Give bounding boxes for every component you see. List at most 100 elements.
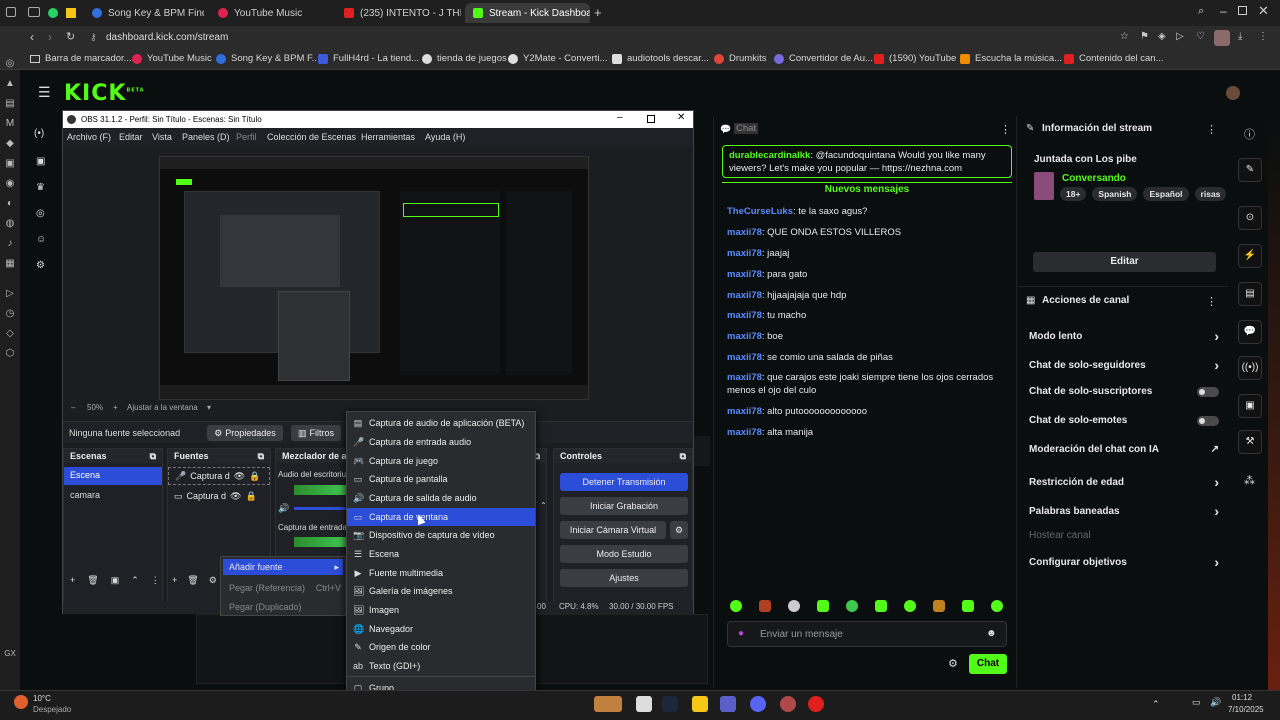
taskbar-app-icon[interactable]	[594, 696, 622, 712]
chat-username[interactable]: maxii78	[727, 248, 762, 259]
source-item[interactable]: ▭ Captura d 👁 🔒	[168, 487, 270, 505]
emote-icon[interactable]	[904, 600, 916, 612]
category-thumbnail[interactable]	[1034, 172, 1054, 200]
shield-icon[interactable]: ◈	[1158, 31, 1166, 42]
scene-filter-icon[interactable]: ▣	[111, 575, 120, 586]
pinned-message[interactable]: durablecardinalkk: @facundoquintana Woul…	[722, 145, 1012, 178]
settings-button[interactable]: Ajustes	[560, 569, 688, 587]
paste-reference-item[interactable]: Pegar (Referencia) Ctrl+V	[229, 583, 341, 593]
add-source-option[interactable]: ▤ Captura de audio de aplicación (BETA)	[347, 414, 535, 432]
sidebar-app-icon[interactable]: ◎	[4, 58, 16, 70]
emote-icon[interactable]	[991, 600, 1003, 612]
maximize-icon[interactable]	[1238, 6, 1247, 15]
emote-icon[interactable]	[730, 600, 742, 612]
users-nav-icon[interactable]: ☺	[36, 234, 46, 245]
bookmark-icon[interactable]: ☆	[1120, 31, 1129, 42]
sidebar-app-icon[interactable]: ♪	[4, 238, 16, 250]
delete-scene-icon[interactable]: 🗑	[87, 575, 98, 586]
tray-expand-icon[interactable]: ⌃	[1152, 699, 1160, 710]
zoom-out-icon[interactable]: –	[71, 403, 75, 412]
new-tab-icon[interactable]: +	[594, 5, 602, 20]
bookmark-item[interactable]: Escucha la música...	[960, 53, 1062, 64]
edit-icon[interactable]: ✎	[1238, 158, 1262, 182]
menu-herramientas[interactable]: Herramientas	[361, 132, 415, 142]
channel-action-item[interactable]: Chat de solo-emotes	[1029, 415, 1219, 426]
bookmark-item[interactable]: (1590) YouTube	[874, 53, 956, 64]
emote-icon[interactable]	[788, 600, 800, 612]
chat-options-icon[interactable]: ⋮	[1000, 123, 1011, 136]
profile-avatar[interactable]	[1214, 30, 1230, 46]
stream-nav-icon[interactable]: (•)	[34, 128, 44, 139]
stop-streaming-button[interactable]: Detener Transmisión	[560, 473, 688, 491]
menu-editar[interactable]: Editar	[119, 132, 143, 142]
teams-icon[interactable]	[720, 696, 736, 712]
lock-icon[interactable]: 🔒	[245, 491, 256, 502]
chat-username[interactable]: maxii78	[727, 372, 762, 383]
tab-intento[interactable]: (235) INTENTO - J THIN	[336, 3, 461, 23]
channel-action-item[interactable]: Moderación del chat con IA ↗	[1029, 444, 1219, 455]
filters-button[interactable]: ▥ Filtros	[291, 425, 341, 441]
notes-icon[interactable]	[66, 8, 76, 18]
chat-username[interactable]: maxii78	[727, 310, 762, 321]
minimize-icon[interactable]: –	[1220, 4, 1227, 18]
channel-actions-options-icon[interactable]: ⋮	[1206, 295, 1217, 308]
steam-icon[interactable]	[662, 696, 678, 712]
obs-preview[interactable]	[159, 156, 589, 400]
emote-icon[interactable]	[817, 600, 829, 612]
scene-item-camara[interactable]: camara	[64, 487, 162, 505]
dock-popout-icon[interactable]: ⧉	[258, 451, 264, 462]
emote-icon[interactable]	[962, 600, 974, 612]
start-recording-button[interactable]: Iniciar Grabación	[560, 497, 688, 515]
window-menu-icon[interactable]	[6, 7, 16, 17]
menu-coleccion[interactable]: Colección de Escenas	[267, 132, 356, 142]
whatsapp-icon[interactable]	[48, 8, 58, 18]
bookmark-item[interactable]: Song Key & BPM F...	[216, 53, 320, 64]
kick-logo[interactable]: KICKBETA	[64, 81, 145, 106]
chat-username[interactable]: maxii78	[727, 227, 762, 238]
wrench-tool-icon[interactable]: ⚒	[1238, 430, 1262, 454]
add-source-option[interactable]: 🎤 Captura de entrada audio	[347, 433, 535, 451]
download-icon[interactable]: ⤓	[1238, 31, 1242, 42]
add-source-option[interactable]: 🖼 Imagen	[347, 601, 535, 619]
target-nav-icon[interactable]: ◎	[36, 208, 45, 219]
send-chat-button[interactable]: Chat	[969, 654, 1007, 674]
settings-nav-icon[interactable]: ⚙	[36, 260, 45, 271]
sidebar-app-icon[interactable]: ▤	[4, 98, 16, 110]
bookmark-item[interactable]: Barra de marcador...	[30, 53, 132, 64]
sidebar-app-icon[interactable]: ◷	[4, 308, 16, 320]
network-icon[interactable]: ▭	[1192, 697, 1201, 708]
add-source-option[interactable]: 🎮 Captura de juego	[347, 452, 535, 470]
stream-info-options-icon[interactable]: ⋮	[1206, 123, 1217, 136]
share-icon[interactable]: ⁂	[1244, 474, 1255, 487]
add-source-option[interactable]: ▭ Captura de ventana	[347, 508, 535, 526]
site-info-icon[interactable]: ⚷	[90, 32, 97, 43]
opera-gx-icon[interactable]	[780, 696, 796, 712]
bookmark-item[interactable]: FullH4rd - La tiend...	[318, 53, 419, 64]
emoji-icon[interactable]: ☻	[986, 628, 997, 639]
chat-username[interactable]: maxii78	[727, 331, 762, 342]
lock-icon[interactable]: 🔒	[249, 471, 260, 482]
volume-icon[interactable]: 🔊	[1210, 697, 1221, 708]
bookmark-item[interactable]: Convertidor de Au...	[774, 53, 873, 64]
add-source-option[interactable]: ☰ Escena	[347, 545, 535, 563]
trophy-nav-icon[interactable]: ♛	[36, 182, 45, 193]
tab-song-key[interactable]: Song Key & BPM Finder	[84, 3, 204, 23]
menu-vista[interactable]: Vista	[152, 132, 172, 142]
sidebar-app-icon[interactable]: ◇	[4, 328, 16, 340]
add-source-option[interactable]: 🌐 Navegador	[347, 620, 535, 638]
bookmark-item[interactable]: YouTube Music	[132, 53, 212, 64]
obs-taskbar-icon[interactable]	[808, 696, 824, 712]
add-source-option[interactable]: ab Texto (GDI+)	[347, 657, 535, 675]
bookmark-item[interactable]: Drumkits	[714, 53, 766, 64]
discord-icon[interactable]	[750, 696, 766, 712]
toggle-switch[interactable]	[1197, 386, 1219, 397]
reload-icon[interactable]: ↻	[66, 30, 75, 43]
channel-action-item[interactable]: Hostear canal	[1029, 530, 1219, 541]
fit-dropdown-icon[interactable]: ▾	[207, 403, 211, 412]
close-window-icon[interactable]: ✕	[1258, 3, 1269, 19]
lightning-icon[interactable]: ⚡	[1238, 244, 1262, 268]
menu-archivo[interactable]: Archivo (F)	[67, 132, 111, 142]
sidebar-app-icon[interactable]: ▲	[4, 78, 16, 90]
bookmark-item[interactable]: Contenido del can...	[1064, 53, 1164, 64]
start-virtual-cam-button[interactable]: Iniciar Cámara Virtual	[560, 521, 666, 539]
